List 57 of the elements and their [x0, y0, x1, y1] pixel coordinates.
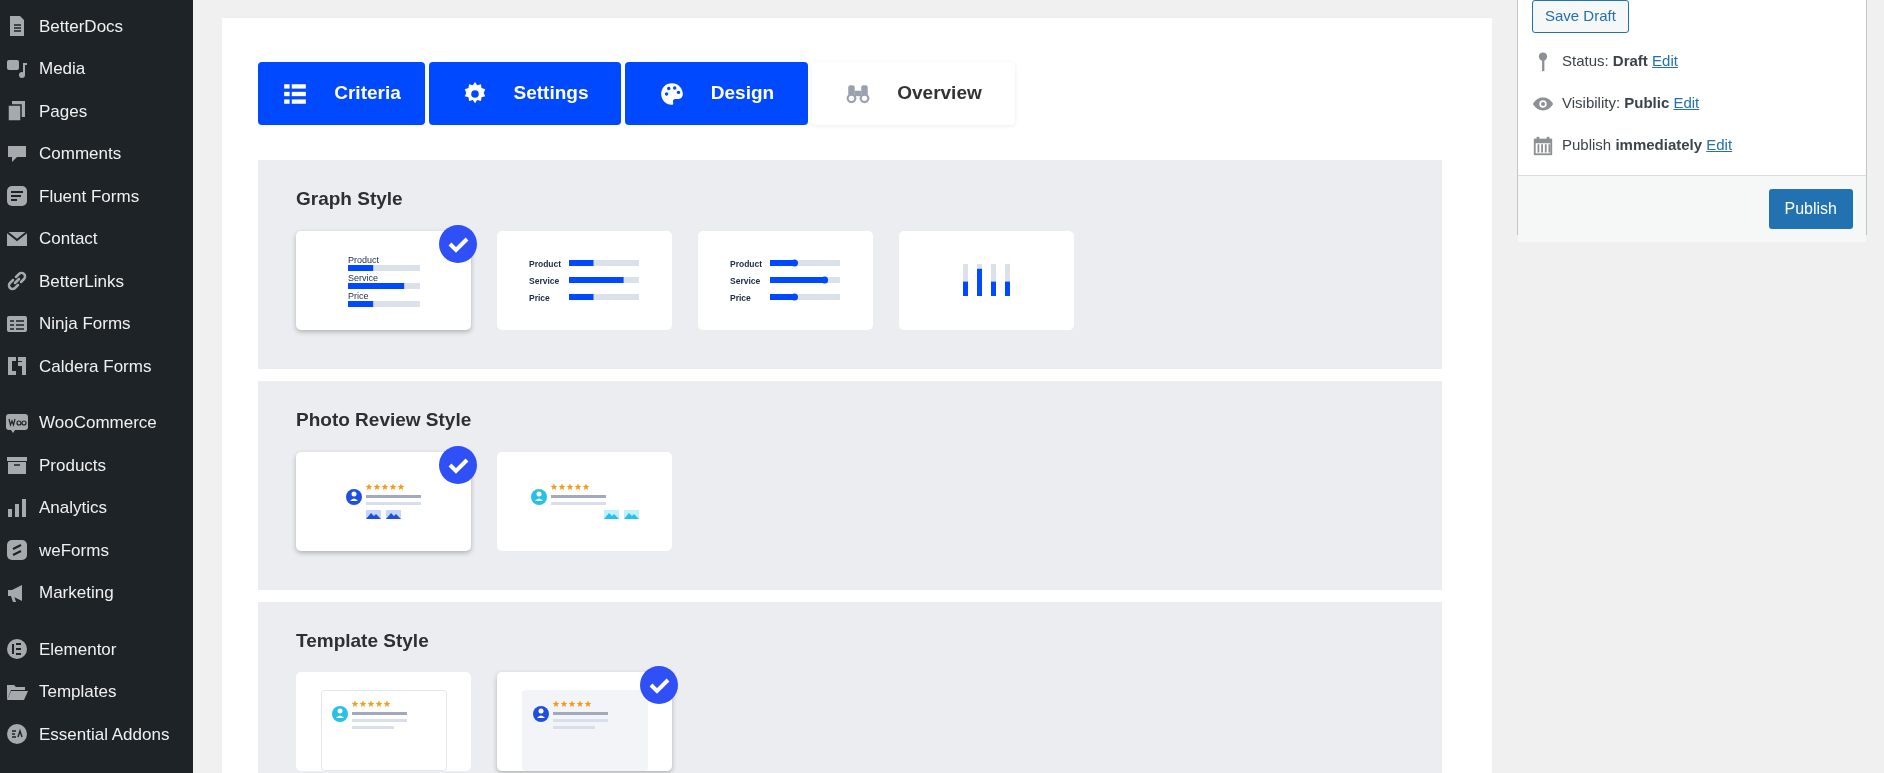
sidebar-item[interactable]: WooCommerce	[0, 401, 193, 444]
section-title: Graph Style	[296, 188, 404, 211]
sidebar-item[interactable]: Marketing	[0, 571, 193, 614]
form-icon	[5, 184, 29, 209]
edit-link[interactable]: Edit	[1673, 94, 1700, 112]
bar-label: Product	[528, 259, 561, 270]
style-option[interactable]: Product Service Price	[497, 230, 672, 330]
publish-meta-text: Status: Draft Edit	[1562, 51, 1678, 72]
edit-link[interactable]: Edit	[1706, 136, 1733, 154]
step-tab[interactable]: Criteria	[258, 62, 425, 125]
bar-label: Product	[729, 259, 762, 270]
sidebar-item[interactable]: Fluent Forms	[0, 175, 193, 218]
sidebar-item[interactable]: Caldera Forms	[0, 345, 193, 388]
sidebar-item[interactable]: Templates	[0, 670, 193, 713]
section-title: Photo Review Style	[296, 408, 473, 432]
check-icon	[439, 224, 477, 263]
sidebar-item[interactable]: Elementor	[0, 628, 193, 671]
calendar-icon	[1532, 134, 1554, 157]
check-icon	[640, 666, 678, 705]
sidebar-item[interactable]: Comments	[0, 132, 193, 175]
ea-circle-icon	[5, 722, 29, 747]
sidebar-item[interactable]: Analytics	[0, 486, 193, 529]
palette-icon	[658, 80, 685, 107]
bar-label: Service	[729, 276, 760, 287]
sidebar-item[interactable]: Ninja Forms	[0, 302, 193, 345]
bar-label: Price	[347, 290, 368, 301]
sidebar-item[interactable]: Essential Addons	[0, 713, 193, 756]
bar-label: Service	[528, 276, 559, 287]
sidebar-item[interactable]: Pages	[0, 90, 193, 133]
sidebar-item[interactable]: Products	[0, 444, 193, 487]
bar-label: Service	[347, 272, 378, 283]
bar-graph-preview-drawing	[963, 264, 1010, 297]
e-circle-icon	[5, 637, 29, 662]
step-tab[interactable]: Settings	[429, 62, 621, 125]
s-badge-icon	[5, 538, 29, 563]
bar-label: Product	[347, 254, 379, 265]
publish-button[interactable]: Publish	[1768, 188, 1853, 229]
style-option[interactable]	[497, 672, 672, 772]
style-option[interactable]	[899, 230, 1074, 330]
bar-label: Price	[528, 293, 550, 302]
publish-meta-text: Visibility: Public Edit	[1562, 93, 1700, 114]
sidebar-item[interactable]: Media	[0, 47, 193, 90]
step-tab[interactable]: Design	[625, 62, 808, 125]
section-title: Template Style	[296, 629, 430, 653]
style-option[interactable]: Product Service Price	[296, 230, 471, 330]
save-draft-button[interactable]: Save Draft	[1532, 0, 1629, 33]
sidebar-item[interactable]: Contact	[0, 217, 193, 260]
publish-meta-text: Publish immediately Edit	[1562, 135, 1733, 156]
sidebar-item[interactable]: BetterDocs	[0, 5, 193, 48]
step-tab[interactable]: Overview	[812, 62, 1015, 125]
style-option[interactable]	[296, 451, 471, 551]
bar-label: Price	[729, 293, 751, 302]
style-option[interactable]: Product Service Price	[698, 230, 873, 330]
edit-link[interactable]: Edit	[1652, 52, 1678, 70]
sidebar-item[interactable]: weForms	[0, 529, 193, 572]
check-icon	[439, 445, 477, 484]
sidebar-item[interactable]: BetterLinks	[0, 260, 193, 303]
